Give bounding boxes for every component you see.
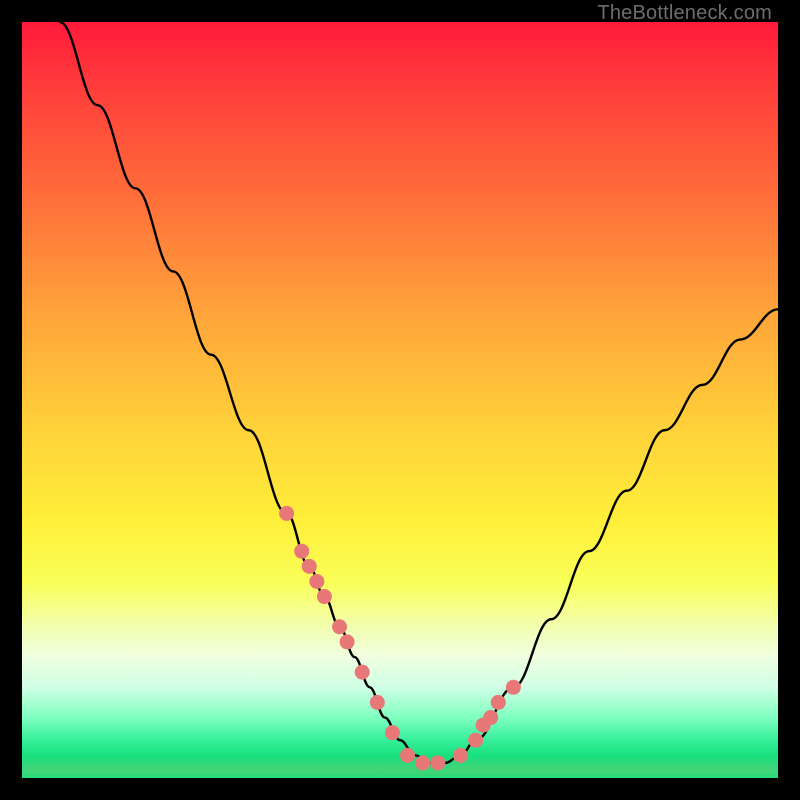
marker-dot [483,710,498,725]
chart-svg [22,22,778,778]
marker-group [279,506,521,770]
marker-dot [332,619,347,634]
marker-dot [400,748,415,763]
marker-dot [355,665,370,680]
watermark-text: TheBottleneck.com [597,2,772,25]
marker-dot [468,733,483,748]
marker-dot [294,544,309,559]
bottleneck-curve [60,22,778,763]
marker-dot [415,755,430,770]
marker-dot [309,574,324,589]
marker-dot [430,755,445,770]
marker-dot [453,748,468,763]
marker-dot [506,680,521,695]
marker-dot [340,634,355,649]
marker-dot [370,695,385,710]
marker-dot [279,506,294,521]
chart-plot-area [22,22,778,778]
marker-dot [302,559,317,574]
marker-dot [385,725,400,740]
marker-dot [317,589,332,604]
marker-dot [491,695,506,710]
